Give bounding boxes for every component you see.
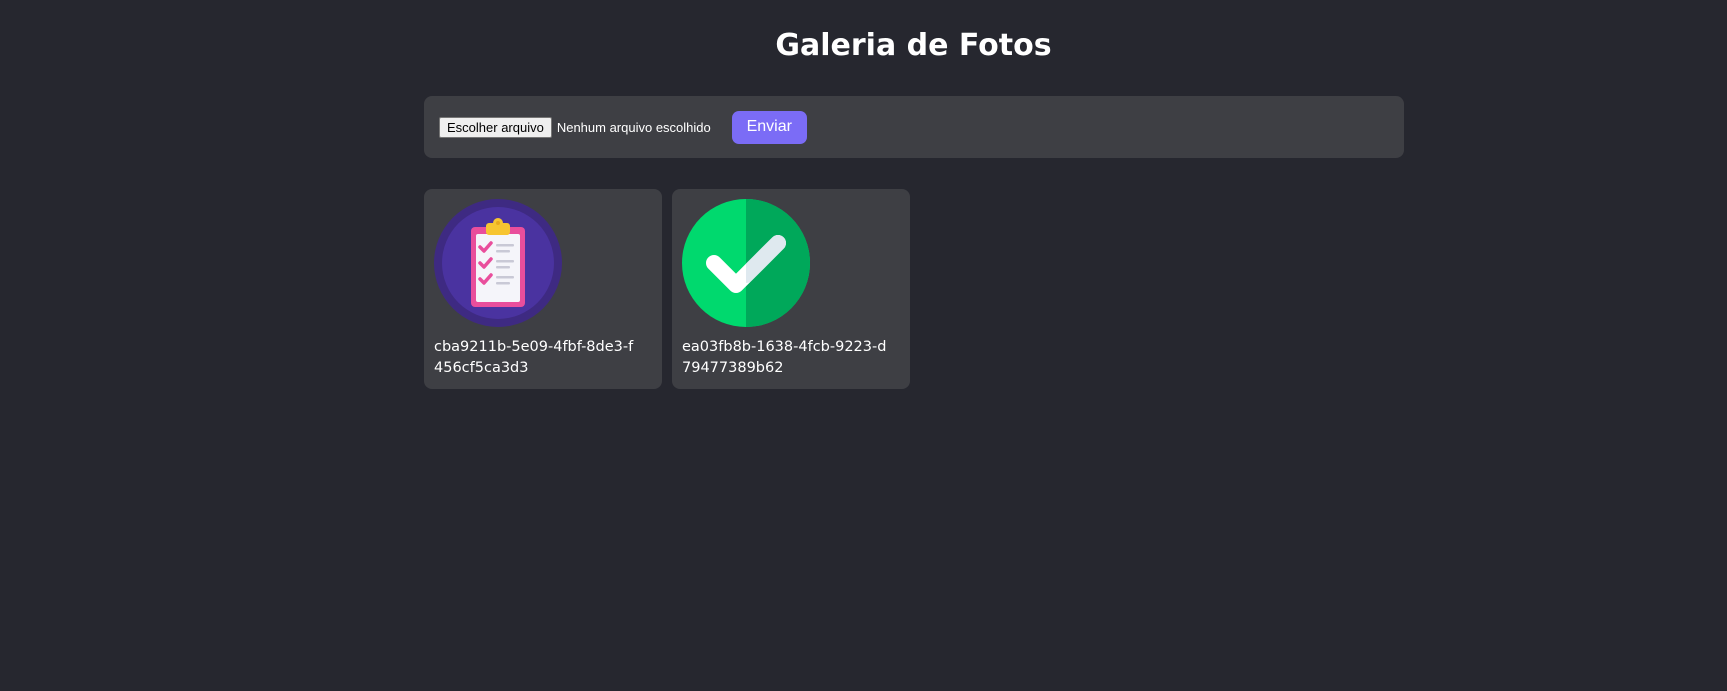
photo-name: cba9211b-5e09-4fbf-8de3-f456cf5ca3d3 <box>434 339 634 376</box>
photo-name: ea03fb8b-1638-4fcb-9223-d79477389b62 <box>682 339 887 376</box>
page-title: Galeria de Fotos <box>775 28 1052 63</box>
photo-card: ea03fb8b-1638-4fcb-9223-d79477389b62 <box>672 189 910 389</box>
photo-card: cba9211b-5e09-4fbf-8de3-f456cf5ca3d3 <box>424 189 662 389</box>
file-picker[interactable]: Escolher arquivo Nenhum arquivo escolhid… <box>439 116 711 138</box>
send-button[interactable]: Enviar <box>731 110 807 144</box>
green-checkmark-icon <box>682 199 810 327</box>
clipboard-checklist-icon <box>434 199 562 327</box>
choose-file-button[interactable]: Escolher arquivo <box>439 116 552 138</box>
upload-form: Escolher arquivo Nenhum arquivo escolhid… <box>424 96 1404 158</box>
file-status-text: Nenhum arquivo escolhido <box>556 119 711 135</box>
photo-gallery: cba9211b-5e09-4fbf-8de3-f456cf5ca3d3 ea0… <box>424 189 910 389</box>
